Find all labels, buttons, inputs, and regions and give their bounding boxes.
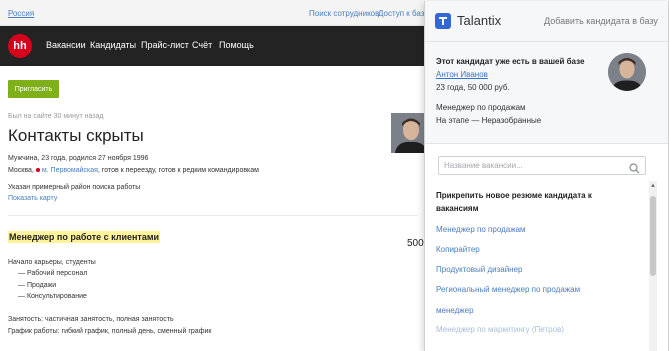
vacancy-search-input[interactable] — [444, 159, 624, 172]
vacancy-item[interactable]: Региональный менеджер по продажам — [436, 285, 580, 294]
candidate-position: Менеджер по продажам — [436, 103, 526, 112]
nav-item-vacancies[interactable]: Вакансии — [46, 40, 86, 50]
metro-link[interactable]: м. Первомайская — [42, 167, 98, 174]
candidate-exists-heading: Этот кандидат уже есть в вашей базе — [436, 57, 585, 66]
talantix-logo-icon — [435, 13, 451, 29]
hh-logo[interactable]: hh — [8, 34, 32, 58]
metro-icon — [35, 167, 40, 172]
employee-search-link[interactable]: Поиск сотрудников — [309, 9, 379, 18]
region-link[interactable]: Россия — [8, 9, 34, 18]
popup-header: Talantix Добавить кандидата в базу — [425, 1, 668, 42]
show-map-link[interactable]: Показать карту — [8, 195, 57, 202]
specialization-item: — Консультирование — [18, 293, 87, 300]
vacancy-item[interactable]: Менеджер по маркетингу (Петров) — [436, 325, 564, 334]
nav-item-help[interactable]: Помощь — [219, 40, 254, 50]
vacancy-item[interactable]: менеджер — [436, 306, 474, 315]
last-seen-text: Был на сайте 30 минут назад — [8, 113, 104, 120]
specialization-item: — Рабочий персонал — [18, 270, 88, 277]
personal-info: Мужчина, 23 года, родился 27 ноября 1996 — [8, 155, 149, 162]
nav-item-pricelist[interactable]: Прайс-лист — [141, 40, 189, 50]
base-access-link[interactable]: Доступ к базе — [378, 9, 429, 18]
desired-position-title: Менеджер по работе с клиентами — [8, 231, 161, 243]
city-text: Москва, — [8, 167, 34, 174]
contacts-hidden-title: Контакты скрыты — [8, 126, 144, 145]
search-area-note: Указан примерный район поиска работы — [8, 184, 141, 191]
brand-name: Talantix — [457, 13, 502, 28]
specialization-item: — Продажи — [18, 282, 57, 289]
add-candidate-button[interactable]: Добавить кандидата в базу — [544, 16, 658, 26]
candidate-avatar — [608, 53, 646, 91]
nav-item-account[interactable]: Счёт — [192, 40, 212, 50]
nav-item-candidates[interactable]: Кандидаты — [90, 40, 136, 50]
employment-text: Занятость: частичная занятость, полная з… — [8, 316, 174, 323]
vacancy-search-field[interactable] — [438, 156, 646, 175]
candidate-details: 23 года, 50 000 руб. — [436, 83, 510, 92]
location-line: Москва, м. Первомайская, готов к переезду… — [8, 167, 259, 174]
attach-resume-heading: Прикрепить новое резюме кандидата к вака… — [436, 191, 592, 213]
candidate-stage: На этапе — Неразобранные — [436, 116, 542, 125]
scroll-up-icon[interactable]: ▲ — [649, 181, 657, 191]
career-start-text: Начало карьеры, студенты — [8, 259, 96, 266]
talantix-popup: Talantix Добавить кандидата в базу Этот … — [424, 1, 669, 351]
section-divider — [8, 215, 418, 216]
relocation-text: , готов к переезду, готов к редким коман… — [97, 167, 259, 174]
vacancy-item[interactable]: Продуктовый дизайнер — [436, 265, 522, 274]
vacancy-item[interactable]: Менеджер по продажам — [436, 225, 526, 234]
salary-value: 500 — [407, 238, 424, 249]
invite-button[interactable]: Пригласить — [8, 80, 59, 98]
existing-candidate-card: Этот кандидат уже есть в вашей базе Анто… — [425, 42, 668, 144]
vacancy-item[interactable]: Копирайтер — [436, 245, 480, 254]
schedule-text: График работы: гибкий график, полный ден… — [8, 328, 212, 335]
candidate-name-link[interactable]: Антон Иванов — [436, 70, 488, 79]
search-icon[interactable] — [629, 161, 640, 174]
popup-scrollbar-thumb[interactable] — [650, 196, 656, 276]
